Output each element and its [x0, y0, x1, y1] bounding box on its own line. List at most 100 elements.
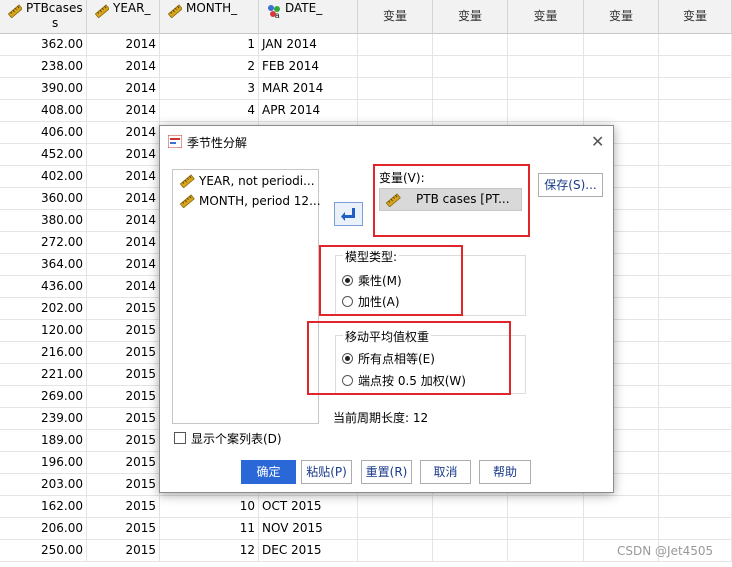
table-cell[interactable] [508, 100, 584, 121]
table-cell[interactable]: 402.00 [0, 166, 87, 187]
table-cell[interactable]: 2014 [87, 166, 160, 187]
table-cell[interactable] [659, 122, 732, 143]
table-cell[interactable] [659, 254, 732, 275]
table-cell[interactable]: 2014 [87, 144, 160, 165]
table-cell[interactable] [659, 320, 732, 341]
table-cell[interactable]: 2014 [87, 100, 160, 121]
table-cell[interactable] [659, 78, 732, 99]
table-cell[interactable]: 2014 [87, 56, 160, 77]
table-cell[interactable] [659, 144, 732, 165]
table-cell[interactable] [433, 34, 508, 55]
table-cell[interactable] [659, 56, 732, 77]
column-header-date[interactable]: a DATE_ [259, 0, 358, 34]
table-cell[interactable] [508, 540, 584, 561]
table-cell[interactable]: 380.00 [0, 210, 87, 231]
table-cell[interactable]: 189.00 [0, 430, 87, 451]
table-cell[interactable] [358, 518, 433, 539]
table-cell[interactable]: 11 [160, 518, 259, 539]
table-cell[interactable]: 206.00 [0, 518, 87, 539]
table-row[interactable]: 362.00 2014 1 JAN 2014 [0, 34, 732, 56]
column-header-empty[interactable]: 变量 [433, 0, 508, 34]
table-cell[interactable]: 2014 [87, 122, 160, 143]
table-cell[interactable]: 269.00 [0, 386, 87, 407]
table-cell[interactable] [508, 34, 584, 55]
table-cell[interactable] [659, 166, 732, 187]
table-cell[interactable]: 120.00 [0, 320, 87, 341]
table-cell[interactable]: JAN 2014 [259, 34, 358, 55]
source-variable-list[interactable]: YEAR, not periodi... MONTH, period 12... [172, 169, 321, 424]
table-cell[interactable] [508, 56, 584, 77]
table-cell[interactable] [659, 474, 732, 495]
table-cell[interactable]: OCT 2015 [259, 496, 358, 517]
table-row[interactable]: 238.00 2014 2 FEB 2014 [0, 56, 732, 78]
table-cell[interactable]: 2015 [87, 386, 160, 407]
table-cell[interactable]: 3 [160, 78, 259, 99]
table-cell[interactable] [584, 100, 659, 121]
table-cell[interactable] [584, 34, 659, 55]
table-cell[interactable] [659, 452, 732, 473]
table-cell[interactable] [659, 496, 732, 517]
table-cell[interactable] [659, 232, 732, 253]
table-cell[interactable]: 2015 [87, 452, 160, 473]
table-cell[interactable] [358, 100, 433, 121]
table-cell[interactable] [508, 518, 584, 539]
table-cell[interactable] [433, 78, 508, 99]
table-cell[interactable] [433, 496, 508, 517]
table-cell[interactable] [433, 540, 508, 561]
table-cell[interactable]: 364.00 [0, 254, 87, 275]
table-cell[interactable]: 196.00 [0, 452, 87, 473]
column-header-empty[interactable]: 变量 [358, 0, 433, 34]
cancel-button[interactable]: 取消 [420, 460, 471, 484]
table-cell[interactable] [358, 56, 433, 77]
table-cell[interactable]: 2015 [87, 298, 160, 319]
table-cell[interactable]: 2014 [87, 276, 160, 297]
table-cell[interactable] [659, 430, 732, 451]
casewise-checkbox[interactable] [174, 432, 186, 444]
table-cell[interactable]: 202.00 [0, 298, 87, 319]
table-cell[interactable]: 238.00 [0, 56, 87, 77]
table-cell[interactable]: 2015 [87, 496, 160, 517]
table-cell[interactable] [659, 276, 732, 297]
table-cell[interactable]: 2014 [87, 188, 160, 209]
help-button[interactable]: 帮助 [479, 460, 531, 484]
table-cell[interactable] [659, 210, 732, 231]
table-cell[interactable]: 250.00 [0, 540, 87, 561]
reset-button[interactable]: 重置(R) [361, 460, 412, 484]
table-cell[interactable] [358, 78, 433, 99]
ok-button[interactable]: 确定 [241, 460, 296, 484]
table-cell[interactable]: 362.00 [0, 34, 87, 55]
table-cell[interactable]: MAR 2014 [259, 78, 358, 99]
close-icon[interactable]: ✕ [591, 132, 604, 151]
move-variable-button[interactable] [334, 202, 363, 226]
table-cell[interactable] [659, 342, 732, 363]
table-cell[interactable] [358, 34, 433, 55]
table-cell[interactable]: 406.00 [0, 122, 87, 143]
table-cell[interactable] [584, 56, 659, 77]
table-cell[interactable]: NOV 2015 [259, 518, 358, 539]
table-cell[interactable]: DEC 2015 [259, 540, 358, 561]
table-cell[interactable]: 12 [160, 540, 259, 561]
table-cell[interactable]: 2014 [87, 254, 160, 275]
table-cell[interactable]: 2015 [87, 320, 160, 341]
table-cell[interactable] [433, 100, 508, 121]
table-cell[interactable]: 2015 [87, 540, 160, 561]
column-header-empty[interactable]: 变量 [508, 0, 584, 34]
table-cell[interactable]: 360.00 [0, 188, 87, 209]
table-cell[interactable]: APR 2014 [259, 100, 358, 121]
table-cell[interactable]: 2014 [87, 210, 160, 231]
table-cell[interactable]: 1 [160, 34, 259, 55]
table-row[interactable]: 390.00 2014 3 MAR 2014 [0, 78, 732, 100]
table-cell[interactable]: 2014 [87, 34, 160, 55]
table-cell[interactable] [358, 540, 433, 561]
table-cell[interactable]: 452.00 [0, 144, 87, 165]
table-cell[interactable]: FEB 2014 [259, 56, 358, 77]
table-cell[interactable] [358, 496, 433, 517]
table-cell[interactable] [508, 78, 584, 99]
table-cell[interactable]: 408.00 [0, 100, 87, 121]
table-row[interactable]: 408.00 2014 4 APR 2014 [0, 100, 732, 122]
column-header-month[interactable]: MONTH_ [160, 0, 259, 34]
table-cell[interactable]: 2015 [87, 430, 160, 451]
table-cell[interactable]: 2 [160, 56, 259, 77]
table-cell[interactable] [584, 496, 659, 517]
table-cell[interactable] [659, 100, 732, 121]
